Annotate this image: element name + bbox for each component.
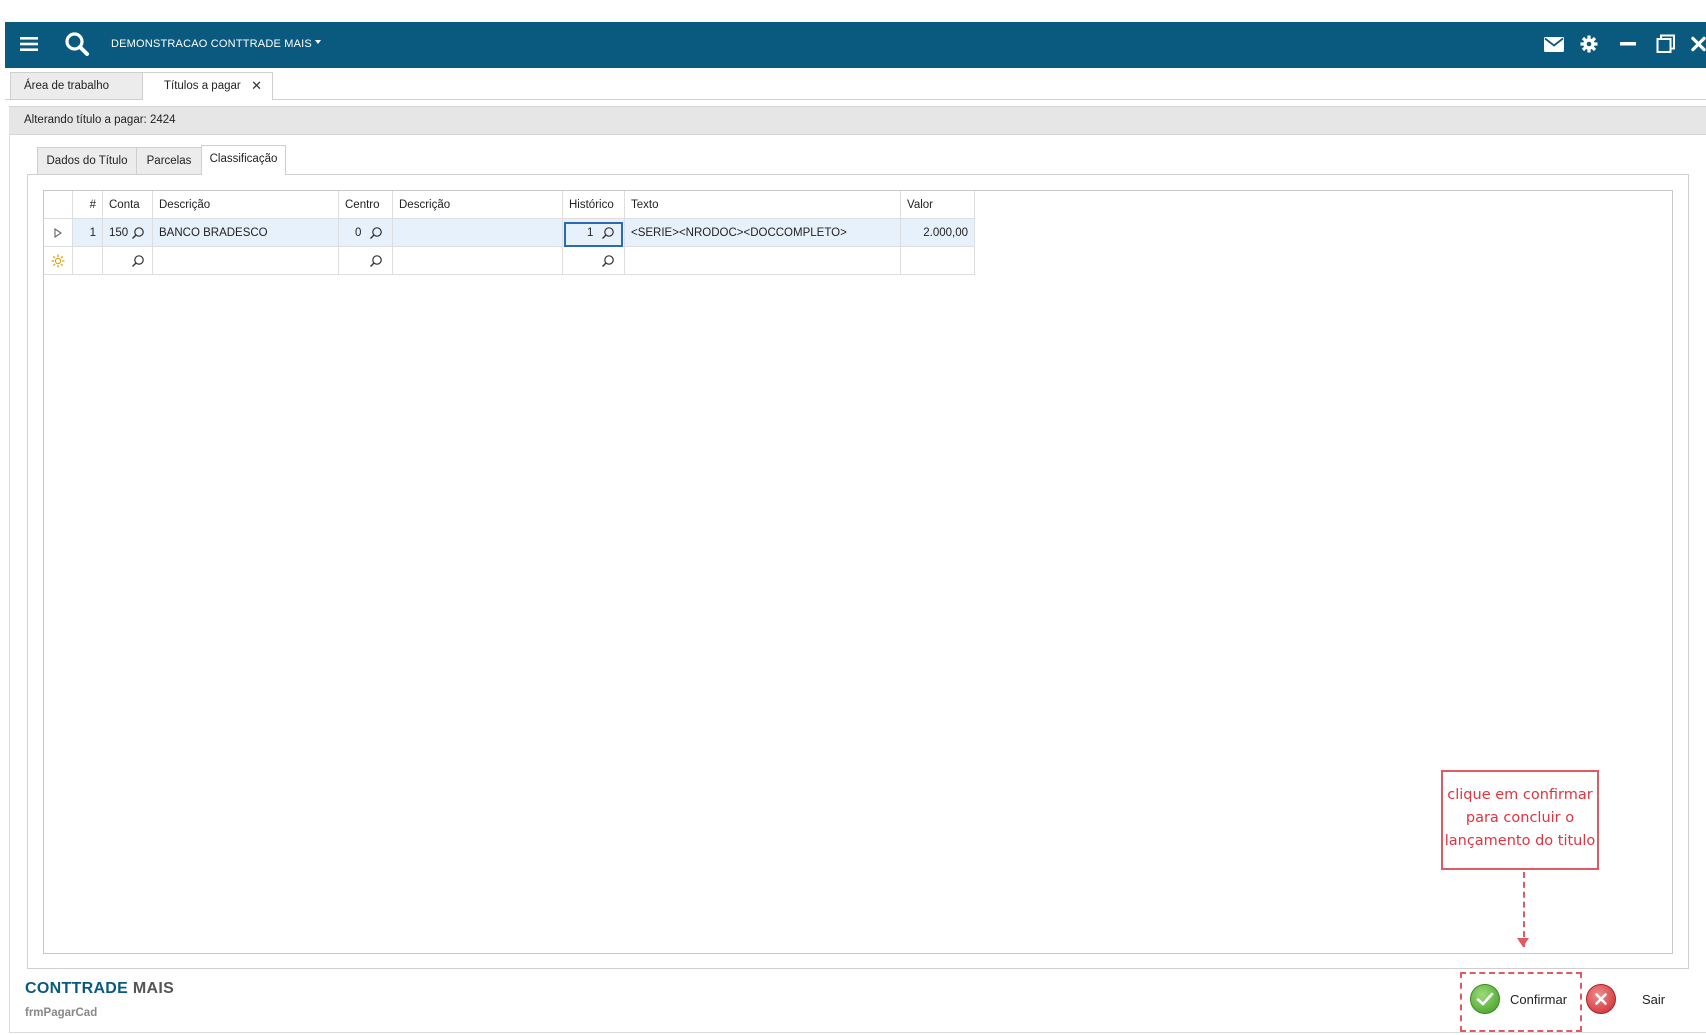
lookup-centro-icon[interactable] bbox=[369, 254, 383, 268]
company-selector[interactable]: DEMONSTRACAO CONTTRADE MAIS bbox=[111, 38, 321, 50]
form-header: Alterando título a pagar: 2424 bbox=[9, 106, 1706, 135]
callout-line-1: clique em confirmar bbox=[1447, 787, 1593, 803]
exit-button[interactable]: Sair bbox=[1586, 983, 1665, 1015]
column-header-descricao[interactable]: Descrição bbox=[153, 191, 339, 219]
top-bar: DEMONSTRACAO CONTTRADE MAIS bbox=[5, 22, 1706, 68]
tab-label: Classificação bbox=[209, 153, 278, 165]
mail-icon[interactable] bbox=[1543, 34, 1565, 54]
cell-centro-value: 0 bbox=[355, 227, 362, 239]
row-indicator[interactable] bbox=[44, 219, 73, 247]
form-name: frmPagarCad bbox=[25, 1007, 98, 1019]
cell-valor[interactable]: 2.000,00 bbox=[901, 219, 975, 247]
cell-num: 1 bbox=[73, 219, 103, 247]
new-cell-valor[interactable] bbox=[901, 247, 975, 275]
current-row-arrow-icon bbox=[54, 228, 62, 238]
callout-line-2: para concluir o bbox=[1465, 810, 1575, 826]
new-cell-num bbox=[73, 247, 103, 275]
new-cell-conta[interactable] bbox=[103, 247, 153, 275]
search-icon[interactable] bbox=[63, 30, 91, 58]
tab-dados-do-titulo[interactable]: Dados do Título bbox=[37, 147, 137, 174]
cancel-icon bbox=[1586, 984, 1616, 1014]
column-header-conta[interactable]: Conta bbox=[103, 191, 153, 219]
new-row-star-icon bbox=[51, 254, 65, 268]
gear-icon[interactable] bbox=[1579, 34, 1599, 54]
column-header-num[interactable]: # bbox=[73, 191, 103, 219]
cell-conta[interactable]: 150 bbox=[103, 219, 153, 247]
cell-descricao-centro bbox=[393, 219, 563, 247]
tab-label: Títulos a pagar bbox=[164, 80, 241, 92]
column-header-texto[interactable]: Texto bbox=[625, 191, 901, 219]
close-icon[interactable] bbox=[1691, 34, 1706, 54]
callout-pointer-line bbox=[1523, 872, 1525, 947]
chevron-down-icon bbox=[314, 40, 321, 45]
cell-conta-value: 150 bbox=[109, 227, 129, 239]
cell-texto[interactable]: <SERIE><NRODOC><DOCCOMPLETO> bbox=[625, 219, 901, 247]
tab-area-de-trabalho[interactable]: Área de trabalho bbox=[10, 72, 143, 99]
classification-grid bbox=[43, 190, 1673, 954]
cell-centro[interactable]: 0 bbox=[339, 219, 393, 247]
cell-descricao: BANCO BRADESCO bbox=[153, 219, 339, 247]
tab-label: Área de trabalho bbox=[24, 80, 110, 92]
tab-titulos-a-pagar[interactable]: Títulos a pagar ✕ bbox=[142, 72, 273, 100]
brand-logo: CONTTRADE MAIS bbox=[25, 980, 174, 998]
callout-line-3: lançamento do titulo bbox=[1444, 833, 1596, 849]
exit-label: Sair bbox=[1642, 991, 1666, 1007]
confirm-label: Confirmar bbox=[1510, 991, 1568, 1007]
lookup-historico-icon[interactable] bbox=[601, 254, 615, 268]
confirm-button[interactable]: Confirmar bbox=[1470, 983, 1567, 1015]
column-header-valor[interactable]: Valor bbox=[901, 191, 975, 219]
restore-icon[interactable] bbox=[1655, 33, 1677, 55]
new-cell-descricao-centro bbox=[393, 247, 563, 275]
tab-label: Parcelas bbox=[146, 155, 192, 167]
new-cell-centro[interactable] bbox=[339, 247, 393, 275]
new-cell-historico[interactable] bbox=[563, 247, 625, 275]
close-tab-icon[interactable]: ✕ bbox=[251, 73, 262, 99]
form-header-text: Alterando título a pagar: 2424 bbox=[24, 114, 176, 126]
check-icon bbox=[1470, 984, 1500, 1014]
tab-parcelas[interactable]: Parcelas bbox=[136, 147, 202, 174]
new-cell-texto[interactable] bbox=[625, 247, 901, 275]
column-header-descricao-centro[interactable]: Descrição bbox=[393, 191, 563, 219]
new-cell-descricao bbox=[153, 247, 339, 275]
company-name: DEMONSTRACAO CONTTRADE MAIS bbox=[111, 38, 312, 50]
lookup-conta-icon[interactable] bbox=[131, 226, 145, 240]
brand-name-part1: CONTTRADE bbox=[25, 980, 129, 997]
minimize-icon[interactable] bbox=[1619, 34, 1637, 54]
menu-icon[interactable] bbox=[19, 34, 39, 54]
tab-classificacao[interactable]: Classificação bbox=[201, 145, 286, 175]
callout-arrow-icon bbox=[1517, 938, 1529, 947]
column-header-centro[interactable]: Centro bbox=[339, 191, 393, 219]
brand-name-part2: MAIS bbox=[128, 980, 175, 997]
instruction-callout: clique em confirmar para concluir o lanç… bbox=[1441, 770, 1599, 870]
new-row-indicator[interactable] bbox=[44, 247, 73, 275]
focused-cell-outline bbox=[564, 222, 623, 247]
lookup-centro-icon[interactable] bbox=[369, 226, 383, 240]
lookup-conta-icon[interactable] bbox=[131, 254, 145, 268]
tab-label: Dados do Título bbox=[46, 155, 128, 167]
column-header-historico[interactable]: Histórico bbox=[563, 191, 625, 219]
row-indicator-header bbox=[44, 191, 73, 219]
